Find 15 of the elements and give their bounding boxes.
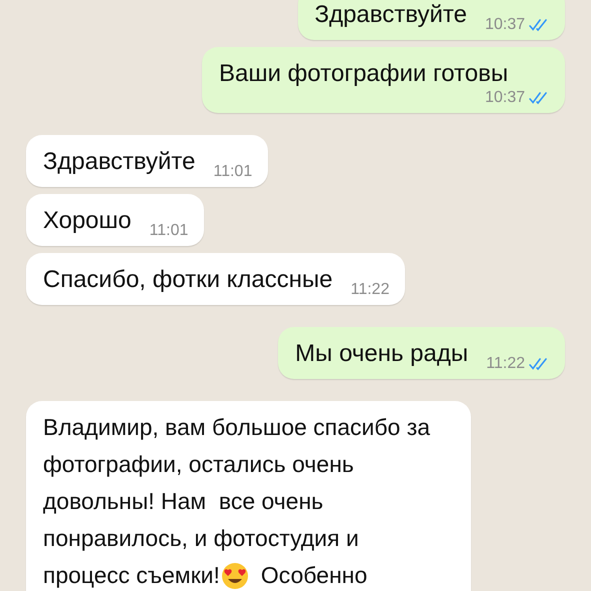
message-time: 11:22 — [486, 355, 525, 373]
message-time: 11:01 — [149, 222, 188, 240]
message-text: Здравствуйте — [43, 147, 196, 177]
message-text: Здравствуйте — [314, 0, 467, 30]
message-time: 10:37 — [484, 16, 525, 34]
message-time: 10:37 — [484, 89, 525, 107]
message-text: Ваши фотографии готовы — [219, 59, 510, 89]
message-text: Спасибо, фотки классные — [43, 265, 333, 295]
heart-eyes-emoji-icon — [220, 562, 249, 590]
message-time: 11:22 — [350, 281, 390, 299]
message-text: Мы очень рады — [295, 339, 468, 369]
message-time: 11:01 — [213, 163, 252, 181]
message-text: Особенно — [260, 561, 368, 590]
message-text: процесс съемки! — [43, 561, 220, 590]
message-text: Хорошо — [43, 206, 132, 236]
